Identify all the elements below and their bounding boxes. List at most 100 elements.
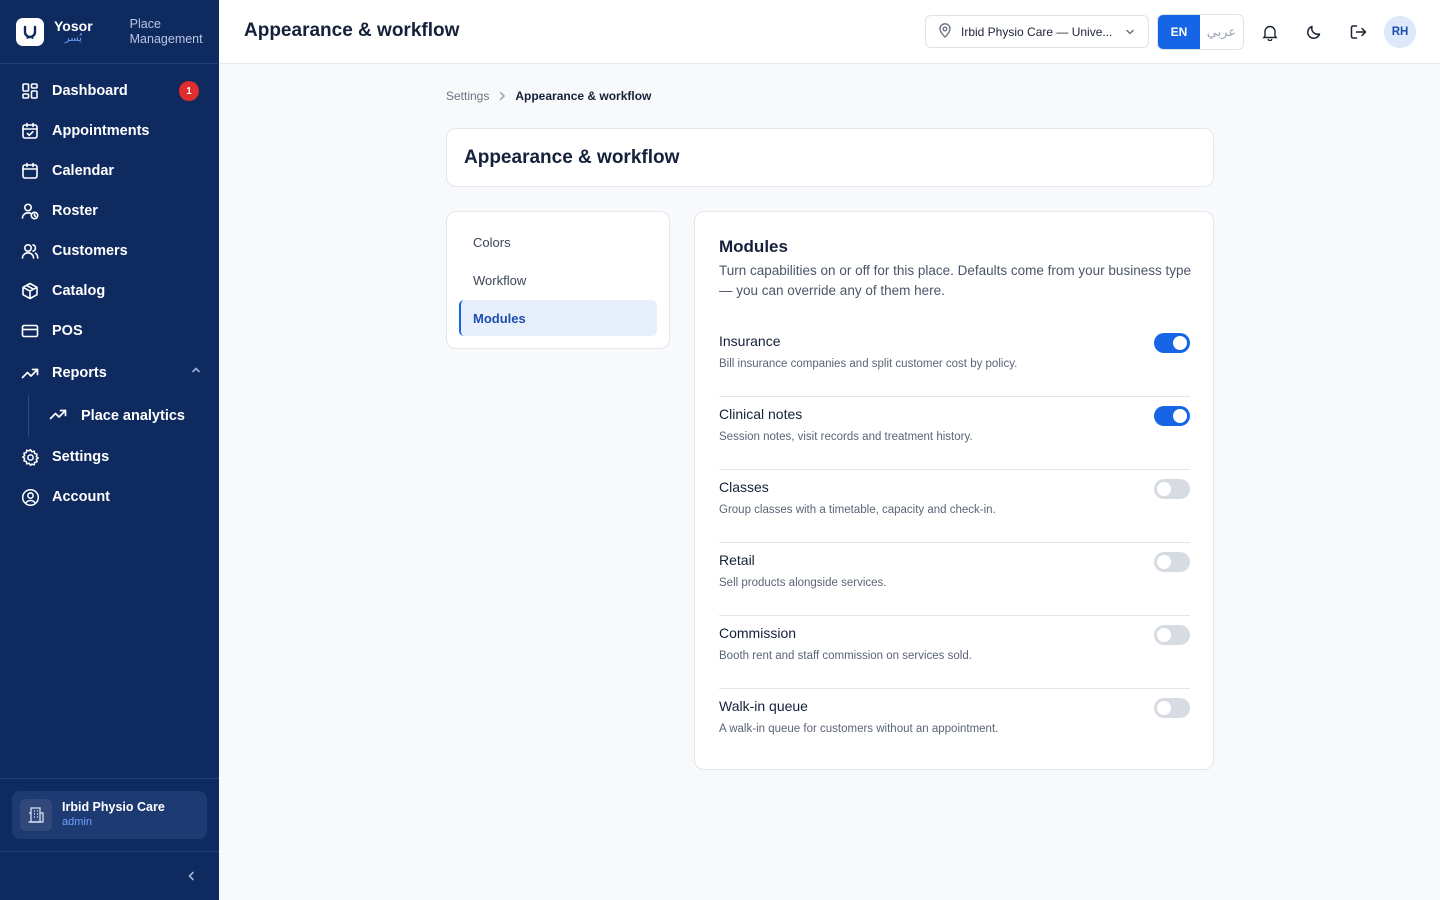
- divider: [0, 778, 219, 779]
- modules-title: Modules: [719, 237, 788, 256]
- place-name: Irbid Physio Care: [62, 800, 165, 814]
- sidebar-item-label: Customers: [52, 243, 128, 259]
- section-title: Appearance & workflow: [464, 147, 680, 168]
- module-description: Booth rent and staff commission on servi…: [719, 650, 972, 662]
- collapse-sidebar-button[interactable]: [184, 868, 198, 884]
- modules-card: Modules Turn capabilities on or off for …: [694, 211, 1214, 770]
- user-clock-icon: [20, 201, 40, 221]
- calendar-icon: [20, 161, 40, 181]
- sidebar-item-label: Place analytics: [81, 408, 185, 424]
- module-row-classes: Classes Group classes with a timetable, …: [719, 470, 1190, 543]
- module-description: Group classes with a timetable, capacity…: [719, 504, 996, 516]
- breadcrumb: Settings Appearance & workflow: [446, 89, 651, 103]
- module-name: Retail: [719, 552, 755, 568]
- module-row-commission: Commission Booth rent and staff commissi…: [719, 616, 1190, 689]
- users-icon: [20, 241, 40, 261]
- avatar[interactable]: RH: [1384, 16, 1416, 48]
- map-pin-icon: [938, 22, 952, 41]
- sidebar-item-roster[interactable]: Roster: [0, 191, 219, 231]
- moon-icon[interactable]: [1302, 20, 1326, 44]
- lang-en-button[interactable]: EN: [1158, 15, 1200, 49]
- walk-in-queue-toggle[interactable]: [1154, 698, 1190, 718]
- place-info: Irbid Physio Care admin: [62, 800, 165, 830]
- module-row-walk-in-queue: Walk-in queue A walk-in queue for custom…: [719, 689, 1190, 762]
- brand-subtitle-line1: Place: [129, 16, 161, 31]
- module-name: Walk-in queue: [719, 698, 808, 714]
- place-switcher[interactable]: Irbid Physio Care admin: [12, 791, 207, 839]
- sidebar-item-label: Appointments: [52, 123, 150, 139]
- language-switch: EN عربي: [1157, 14, 1244, 50]
- sidebar-item-dashboard[interactable]: Dashboard 1: [0, 71, 219, 111]
- sidebar: Yosor يُسر Place Management Dashboard 1 …: [0, 0, 219, 900]
- sidebar-item-settings[interactable]: Settings: [0, 437, 219, 477]
- toggle-knob: [1157, 482, 1171, 496]
- brand-name-en: Yosor: [54, 18, 93, 34]
- calendar-check-icon: [20, 121, 40, 141]
- clinical-notes-toggle[interactable]: [1154, 406, 1190, 426]
- sidebar-item-label: Settings: [52, 449, 110, 465]
- commission-toggle[interactable]: [1154, 625, 1190, 645]
- place-select[interactable]: Irbid Physio Care — Unive...: [925, 15, 1149, 48]
- sidebar-item-label: Catalog: [52, 283, 106, 299]
- settings-tabs: Colors Workflow Modules: [446, 211, 670, 349]
- tab-colors[interactable]: Colors: [459, 224, 657, 260]
- toggle-knob: [1157, 701, 1171, 715]
- sidebar-item-label: Account: [52, 489, 110, 505]
- modules-list: Insurance Bill insurance companies and s…: [719, 324, 1190, 762]
- sidebar-item-reports[interactable]: Reports: [0, 351, 219, 395]
- user-circle-icon: [20, 487, 40, 507]
- sidebar-item-calendar[interactable]: Calendar: [0, 151, 219, 191]
- brand-subtitle: Place Management: [130, 17, 203, 47]
- toggle-knob: [1157, 628, 1171, 642]
- sidebar-item-label: POS: [52, 323, 83, 339]
- sidebar-item-place-analytics[interactable]: Place analytics: [0, 395, 219, 437]
- sidebar-item-catalog[interactable]: Catalog: [0, 271, 219, 311]
- brand: Yosor يُسر Place Management: [0, 0, 219, 64]
- classes-toggle[interactable]: [1154, 479, 1190, 499]
- top-header: Appearance & workflow Irbid Physio Care …: [219, 0, 1440, 64]
- module-row-retail: Retail Sell products alongside services.: [719, 543, 1190, 616]
- module-name: Insurance: [719, 333, 781, 349]
- module-name: Classes: [719, 479, 769, 495]
- lang-ar-button[interactable]: عربي: [1200, 15, 1243, 49]
- insurance-toggle[interactable]: [1154, 333, 1190, 353]
- chevron-up-icon[interactable]: [190, 364, 202, 380]
- sidebar-item-pos[interactable]: POS: [0, 311, 219, 351]
- credit-card-icon: [20, 321, 40, 341]
- breadcrumb-settings-link[interactable]: Settings: [446, 89, 489, 103]
- brand-subtitle-line2: Management: [129, 31, 203, 46]
- box-icon: [20, 281, 40, 301]
- tab-modules[interactable]: Modules: [459, 300, 657, 336]
- toggle-knob: [1157, 555, 1171, 569]
- sidebar-item-customers[interactable]: Customers: [0, 231, 219, 271]
- page-title-card: Appearance & workflow: [446, 128, 1214, 187]
- module-row-clinical-notes: Clinical notes Session notes, visit reco…: [719, 397, 1190, 470]
- sidebar-nav: Dashboard 1 Appointments Calendar Roster: [0, 64, 219, 517]
- place-role: admin: [62, 816, 92, 828]
- gear-icon: [20, 447, 40, 467]
- page-title: Appearance & workflow: [244, 20, 460, 41]
- chevron-down-icon: [1124, 26, 1136, 41]
- module-description: Bill insurance companies and split custo…: [719, 358, 1018, 370]
- trend-icon: [49, 405, 69, 427]
- bell-icon[interactable]: [1258, 20, 1282, 44]
- chevron-right-icon: [498, 91, 506, 101]
- sidebar-item-appointments[interactable]: Appointments: [0, 111, 219, 151]
- toggle-knob: [1173, 409, 1187, 423]
- retail-toggle[interactable]: [1154, 552, 1190, 572]
- place-select-value: Irbid Physio Care — Unive...: [961, 24, 1113, 39]
- logout-icon[interactable]: [1346, 20, 1370, 44]
- sidebar-item-account[interactable]: Account: [0, 477, 219, 517]
- module-description: A walk-in queue for customers without an…: [719, 723, 999, 735]
- module-name: Commission: [719, 625, 797, 641]
- modules-description: Turn capabilities on or off for this pla…: [719, 263, 1191, 298]
- logo-icon: [16, 17, 44, 46]
- trend-icon: [20, 363, 40, 383]
- brand-name-ar: يُسر: [64, 33, 82, 44]
- module-description: Session notes, visit records and treatme…: [719, 431, 973, 443]
- divider: [0, 851, 219, 852]
- sidebar-item-label: Reports: [52, 365, 107, 381]
- tab-workflow[interactable]: Workflow: [459, 262, 657, 298]
- toggle-knob: [1173, 336, 1187, 350]
- module-description: Sell products alongside services.: [719, 577, 887, 589]
